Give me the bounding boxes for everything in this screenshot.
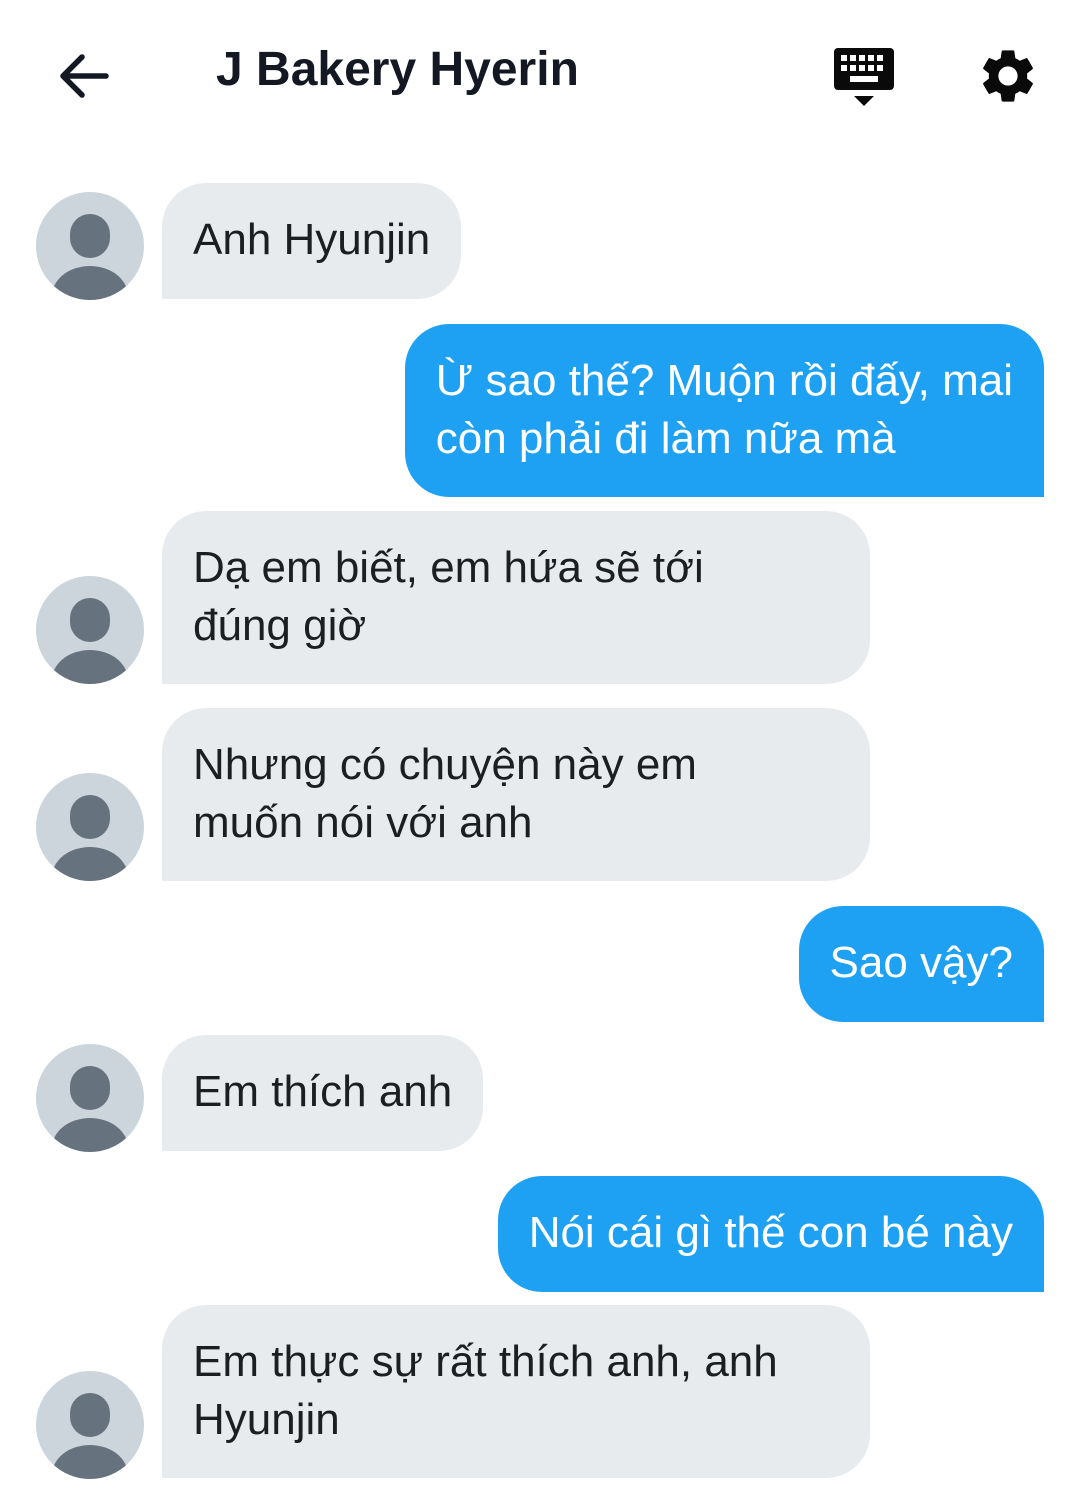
message-bubble-outgoing: Nói cái gì thế con bé này <box>497 1176 1044 1292</box>
keyboard-icon <box>834 48 894 106</box>
arrow-left-icon <box>60 54 109 98</box>
avatar[interactable] <box>36 192 144 300</box>
back-button[interactable] <box>54 48 114 104</box>
person-icon <box>36 773 144 881</box>
settings-button[interactable] <box>976 44 1040 108</box>
message-bubble-outgoing: Ừ sao thế? Muộn rồi đấy, mai còn phải đi… <box>404 324 1044 497</box>
avatar[interactable] <box>36 1371 144 1479</box>
message-bubble-outgoing: Sao vậy? <box>798 906 1044 1022</box>
person-icon <box>36 1044 144 1152</box>
avatar[interactable] <box>36 1044 144 1152</box>
gear-icon <box>983 50 1033 102</box>
person-icon <box>36 192 144 300</box>
message-bubble-incoming: Em thích anh <box>162 1035 484 1151</box>
conversation-title: J Bakery Hyerin <box>216 43 579 96</box>
message-bubble-incoming: Dạ em biết, em hứa sẽ tới đúng giờ <box>162 511 870 684</box>
person-icon <box>36 1371 144 1479</box>
avatar[interactable] <box>36 773 144 881</box>
chat-header: J Bakery Hyerin <box>0 0 1080 150</box>
keyboard-toggle-button[interactable] <box>830 44 898 112</box>
message-bubble-incoming: Em thực sự rất thích anh, anh Hyunjin <box>162 1305 870 1478</box>
message-bubble-incoming: Anh Hyunjin <box>162 183 462 299</box>
avatar[interactable] <box>36 576 144 684</box>
message-bubble-incoming: Nhưng có chuyện này em muốn nói với anh <box>162 708 870 881</box>
person-icon <box>36 576 144 684</box>
